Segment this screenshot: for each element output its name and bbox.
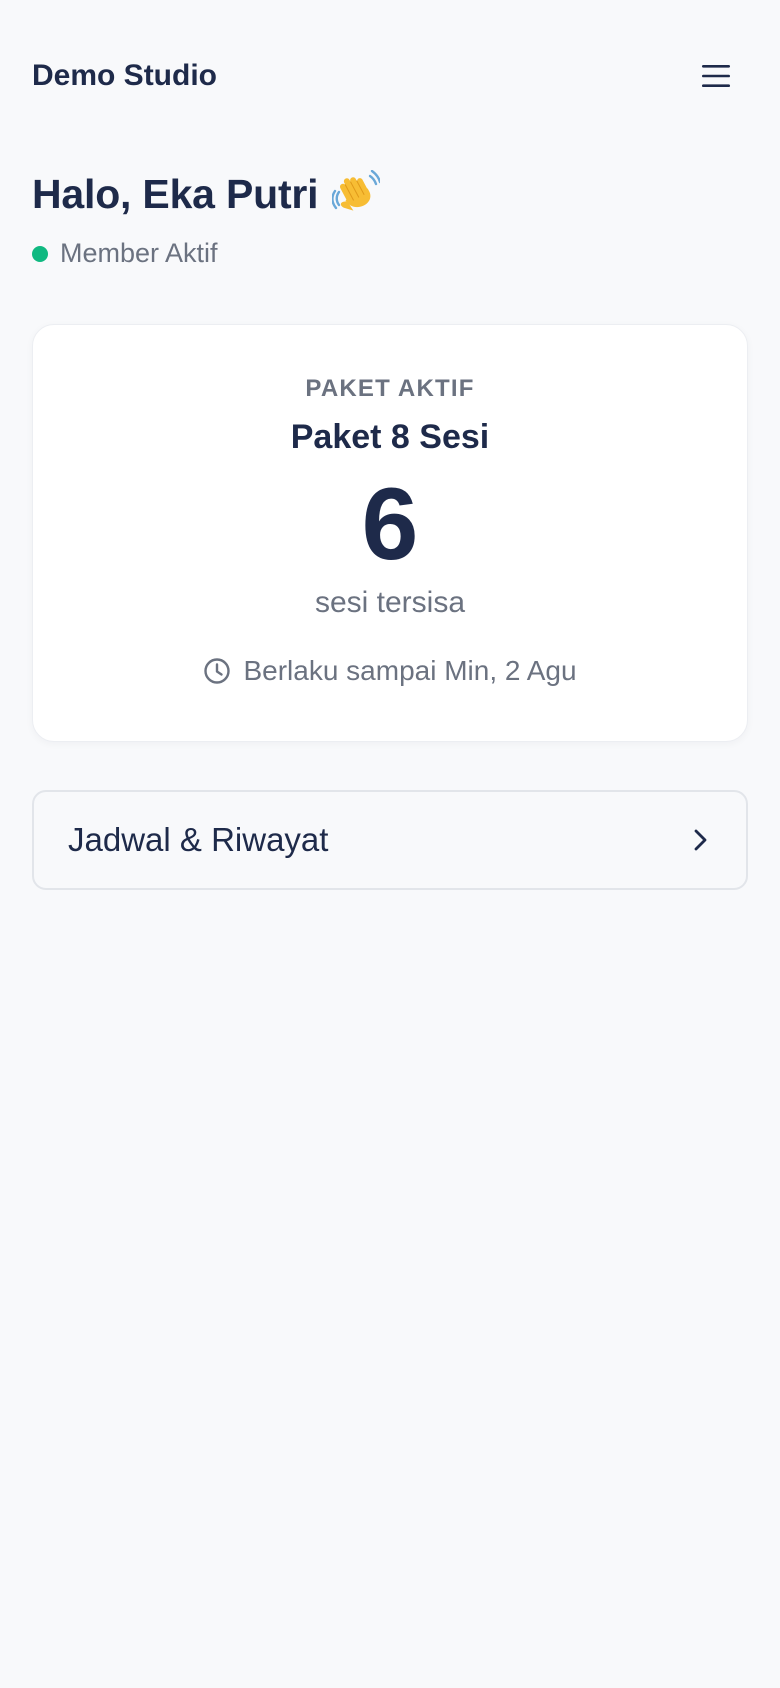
validity-text: Berlaku sampai Min, 2 Agu: [243, 655, 577, 686]
menu-button[interactable]: [692, 52, 740, 100]
greeting: Halo, Eka Putri: [32, 170, 381, 218]
remaining-sessions-label: sesi tersisa: [314, 586, 466, 619]
schedule-history-link[interactable]: Jadwal & Riwayat: [32, 790, 748, 890]
hamburger-menu-icon: [702, 65, 730, 87]
package-name: Paket 8 Sesi: [290, 418, 490, 456]
schedule-history-label: Jadwal & Riwayat: [68, 821, 329, 858]
active-package-card: PAKET AKTIF Paket 8 Sesi 6 sesi tersisa …: [32, 324, 748, 742]
brand-name: Demo Studio: [32, 59, 217, 92]
clock-icon: [203, 657, 231, 685]
membership-status: Member Aktif: [32, 238, 218, 269]
remaining-sessions-count: 6: [361, 467, 419, 581]
chevron-right-icon: [686, 826, 714, 854]
app-screen: Demo Studio Halo, Eka Putri Member Aktif…: [0, 0, 780, 1688]
top-bar: Demo Studio: [32, 48, 748, 104]
status-dot: [32, 245, 48, 262]
package-label: PAKET AKTIF: [305, 375, 475, 402]
waving-hand-icon: [332, 170, 381, 218]
status-label: Member Aktif: [60, 238, 218, 268]
greeting-title: Halo, Eka Putri: [32, 170, 319, 217]
package-validity: Berlaku sampai Min, 2 Agu: [33, 655, 747, 687]
